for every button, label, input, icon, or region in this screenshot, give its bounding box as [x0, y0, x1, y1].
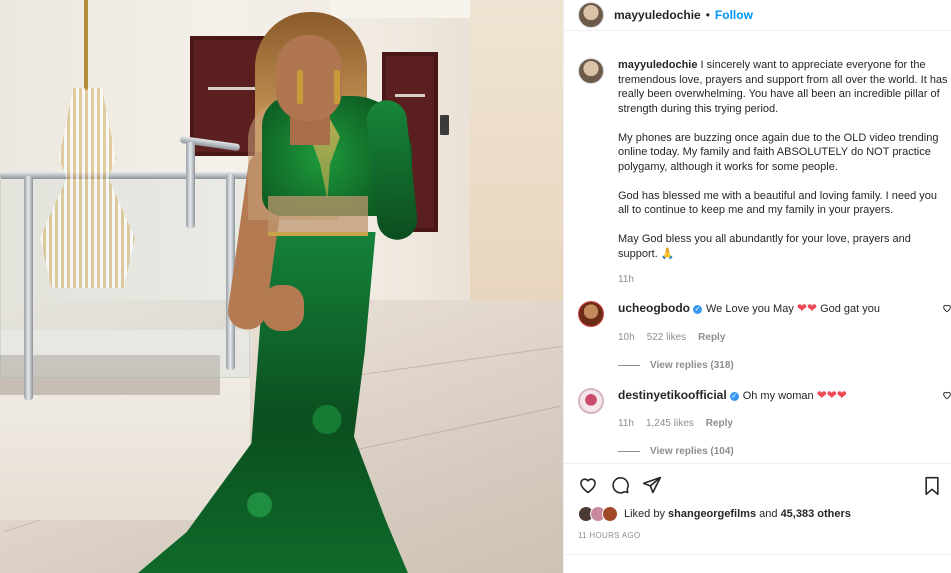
photo-switch [440, 115, 449, 135]
commenter-avatar[interactable] [578, 301, 604, 327]
reply-button[interactable]: Reply [706, 418, 733, 429]
comment-text-after: God gat you [820, 303, 881, 315]
red-heart-emoji-icon: ❤❤ [796, 301, 818, 315]
verified-badge-icon: ✓ [729, 392, 739, 401]
caption-time[interactable]: 11h [618, 274, 634, 285]
comment-item: ucheogbodo ✓ We Love you May ❤❤ God gat yo… [578, 301, 951, 327]
heart-icon[interactable] [576, 473, 600, 497]
view-replies-label: View replies (104) [650, 446, 734, 457]
reply-button[interactable]: Reply [698, 332, 725, 343]
bookmark-icon[interactable] [920, 474, 944, 498]
comment-meta: 11h 1,245 likes Reply [618, 418, 733, 429]
follow-button[interactable]: Follow [715, 8, 753, 22]
comment-text: We Love you May [706, 303, 794, 315]
commenter-username[interactable]: ucheogbodo [618, 301, 690, 315]
post-header: mayyuledochie • Follow [564, 0, 951, 31]
author-username[interactable]: mayyuledochie [614, 8, 701, 22]
liked-by-user[interactable]: shangeorgefilms [668, 508, 756, 520]
comment-likes-count[interactable]: 522 likes [647, 332, 686, 343]
comment-icon[interactable] [608, 473, 632, 497]
red-heart-emoji-icon: ❤❤❤ [816, 388, 847, 402]
view-replies-label: View replies (318) [650, 360, 734, 371]
post-action-bar [564, 463, 951, 505]
comment-like-heart-icon[interactable] [942, 303, 951, 313]
comment-like-heart-icon[interactable] [942, 390, 951, 400]
comment-meta: 10h 522 likes Reply [618, 332, 725, 343]
caption-paragraph-3: God has blessed me with a beautiful and … [618, 189, 937, 217]
caption-avatar[interactable] [578, 58, 604, 84]
author-avatar[interactable] [578, 2, 604, 28]
add-comment-bar[interactable] [564, 554, 951, 573]
view-replies-button[interactable]: View replies (318) [618, 360, 734, 371]
photo-woman [276, 35, 342, 121]
header-separator: • [705, 8, 710, 22]
post-side-panel: mayyuledochie • Follow mayyuledochie I s… [563, 0, 951, 573]
comment-text: Oh my woman [742, 390, 814, 402]
caption-paragraph-2: My phones are buzzing once again due to … [618, 131, 939, 173]
comments-scroll-area[interactable]: mayyuledochie I sincerely want to apprec… [564, 31, 951, 463]
photo-wall-right [470, 0, 563, 300]
view-replies-button[interactable]: View replies (104) [618, 446, 734, 457]
post-photo[interactable] [0, 0, 563, 573]
caption-username[interactable]: mayyuledochie [618, 59, 697, 71]
liked-by-others[interactable]: 45,383 others [781, 508, 851, 520]
post-caption: mayyuledochie I sincerely want to apprec… [578, 58, 950, 276]
caption-paragraph-4: May God bless you all abundantly for you… [618, 233, 911, 260]
commenter-username[interactable]: destinyetikoofficial [618, 388, 727, 402]
liked-by-connector: and [759, 508, 778, 520]
share-icon[interactable] [640, 473, 664, 497]
comment-item: destinyetikoofficial ✓ Oh my woman ❤❤❤ [578, 388, 951, 414]
liked-by-prefix: Liked by [624, 508, 665, 520]
comment-time[interactable]: 11h [618, 418, 634, 429]
commenter-avatar[interactable] [578, 388, 604, 414]
verified-badge-icon: ✓ [693, 305, 702, 314]
post-timestamp[interactable]: 11 HOURS AGO [578, 531, 641, 540]
liker-avatars[interactable] [578, 506, 618, 522]
instagram-post: mayyuledochie • Follow mayyuledochie I s… [0, 0, 951, 573]
comment-time[interactable]: 10h [618, 332, 635, 343]
comment-likes-count[interactable]: 1,245 likes [646, 418, 694, 429]
likes-summary: Liked by shangeorgefilms and 45,383 othe… [578, 506, 851, 522]
